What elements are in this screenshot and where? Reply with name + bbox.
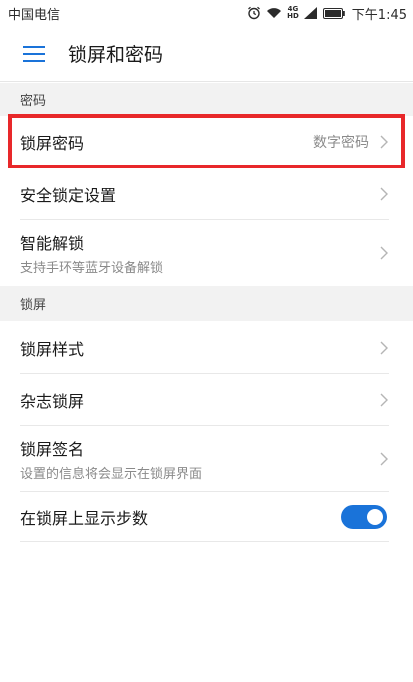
chevron-right-icon — [380, 135, 388, 149]
empty-area — [0, 542, 413, 682]
show-steps-toggle[interactable] — [341, 505, 387, 529]
row-lock-password[interactable]: 锁屏密码 数字密码 — [0, 116, 413, 168]
alarm-icon — [247, 6, 261, 20]
row-magazine-lock[interactable]: 杂志锁屏 — [0, 374, 413, 426]
row-title: 杂志锁屏 — [20, 392, 85, 411]
row-title: 安全锁定设置 — [20, 186, 117, 205]
chevron-right-icon — [380, 393, 388, 407]
status-icons: 4G HD 下午1:45 — [247, 4, 407, 23]
row-title: 锁屏样式 — [20, 339, 85, 359]
row-value: 数字密码 — [313, 135, 369, 151]
chevron-right-icon — [380, 341, 388, 354]
menu-button[interactable] — [10, 26, 58, 82]
row-show-steps: 在锁屏上显示步数 — [0, 492, 413, 542]
carrier-label: 中国电信 — [8, 7, 61, 23]
chevron-right-icon — [380, 246, 388, 260]
signal-icon — [303, 7, 318, 19]
row-title: 智能解锁 — [20, 234, 85, 253]
section-header-lock: 锁屏 — [0, 286, 413, 321]
hamburger-menu-icon — [23, 45, 45, 62]
battery-icon — [322, 7, 345, 19]
wifi-icon — [266, 7, 282, 19]
row-title: 锁屏密码 — [20, 134, 85, 153]
row-title: 锁屏签名 — [20, 440, 85, 459]
toggle-knob — [367, 509, 383, 525]
clock-time: 下午1:45 — [351, 7, 407, 23]
network-type-icon: 4G HD — [287, 5, 299, 20]
page-title: 锁屏和密码 — [68, 44, 164, 66]
app-bar: 锁屏和密码 — [0, 26, 413, 82]
status-bar: 中国电信 4G HD 下午1:45 — [0, 0, 413, 26]
row-title: 在锁屏上显示步数 — [20, 509, 149, 528]
row-lock-style[interactable]: 锁屏样式 — [0, 321, 413, 374]
row-subtitle: 支持手环等蓝牙设备解锁 — [20, 261, 164, 276]
row-lock-signature[interactable]: 锁屏签名 设置的信息将会显示在锁屏界面 — [0, 426, 413, 492]
row-subtitle: 设置的信息将会显示在锁屏界面 — [20, 467, 203, 482]
row-security-lock[interactable]: 安全锁定设置 — [0, 168, 413, 220]
chevron-right-icon — [380, 187, 388, 201]
row-smart-unlock[interactable]: 智能解锁 支持手环等蓝牙设备解锁 — [0, 220, 413, 286]
chevron-right-icon — [380, 452, 388, 466]
section-header-password: 密码 — [0, 83, 413, 116]
